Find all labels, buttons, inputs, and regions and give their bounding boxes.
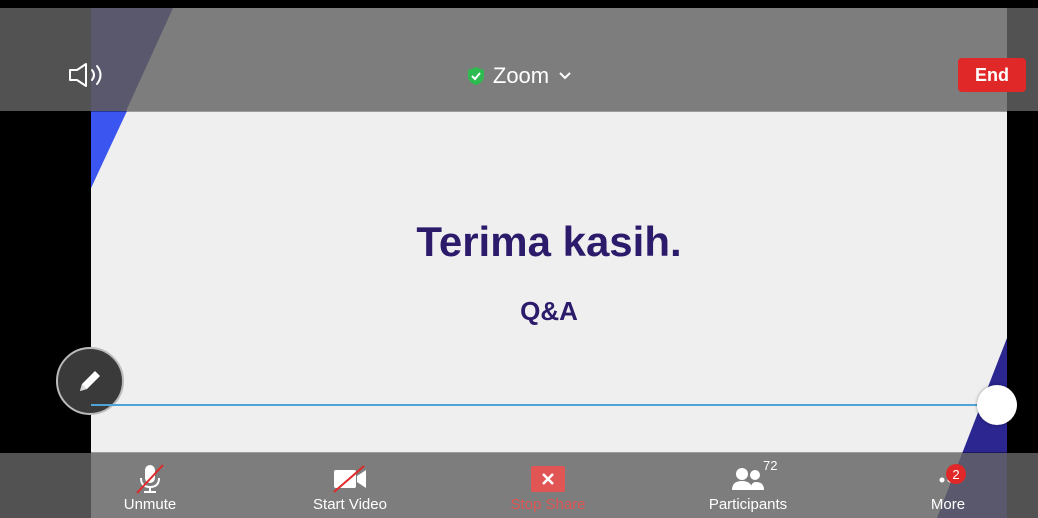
microphone-muted-icon: [136, 464, 164, 494]
shield-check-icon: [467, 67, 484, 85]
top-bar: [0, 8, 1038, 111]
participants-count: 72: [763, 458, 778, 473]
unmute-label: Unmute: [123, 496, 177, 513]
video-camera-off-icon: [333, 465, 366, 493]
stop-share-button[interactable]: Stop Share: [502, 455, 594, 518]
participants-icon: [732, 468, 764, 490]
more-button[interactable]: 2 More: [918, 455, 978, 518]
meeting-title-button[interactable]: Zoom: [0, 63, 1038, 89]
participants-button[interactable]: 72 Participants: [698, 455, 798, 518]
slide-title: Terima kasih.: [416, 218, 682, 265]
meeting-screen: Terima kasih. Q&A Zoom End Unmute Start …: [0, 0, 1038, 518]
chevron-down-icon: [559, 72, 571, 80]
notification-badge: 2: [946, 464, 966, 484]
annotation-line: [91, 404, 996, 406]
start-video-label: Start Video: [313, 496, 387, 513]
participants-label: Participants: [708, 496, 788, 513]
stop-share-label: Stop Share: [510, 496, 586, 513]
meeting-title: Zoom: [492, 63, 550, 88]
end-meeting-button[interactable]: End: [958, 58, 1026, 92]
floating-handle[interactable]: [977, 385, 1017, 425]
stop-share-icon: [531, 466, 565, 492]
unmute-button[interactable]: Unmute: [112, 455, 188, 518]
start-video-button[interactable]: Start Video: [300, 455, 400, 518]
top-bar-divider: [0, 111, 1038, 112]
more-label: More: [930, 496, 966, 513]
pencil-icon: [80, 371, 100, 391]
slide-subtitle: Q&A: [520, 296, 578, 326]
